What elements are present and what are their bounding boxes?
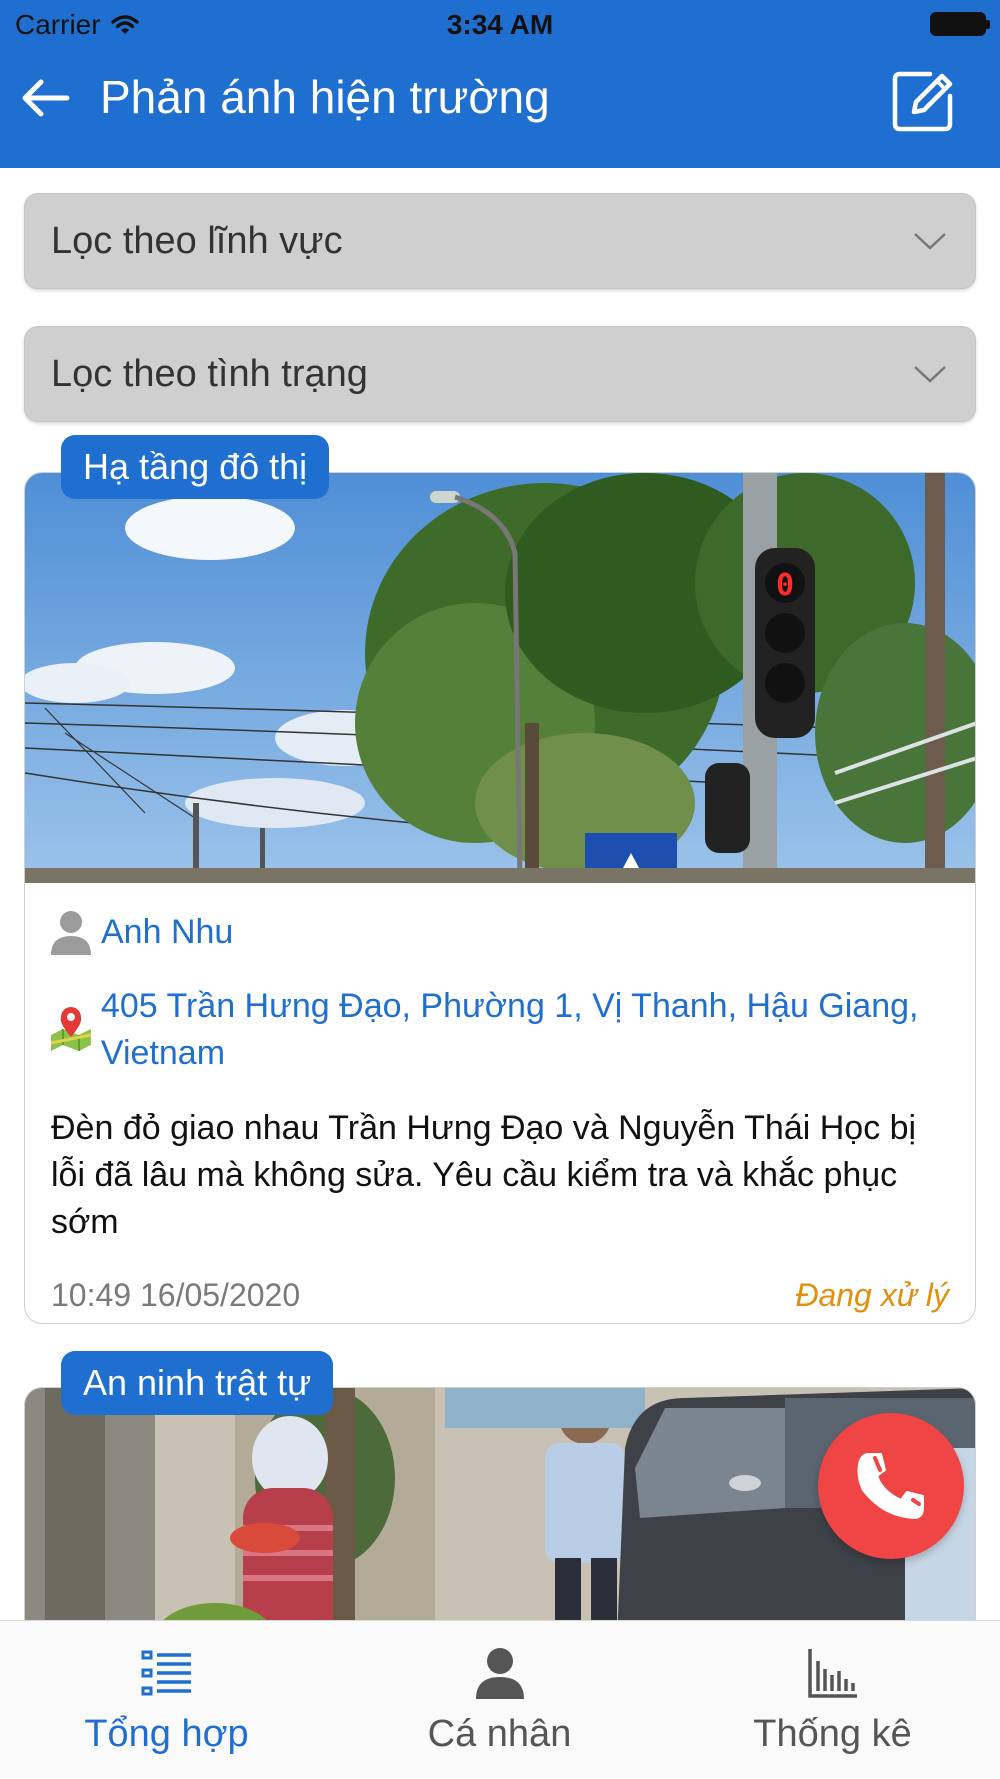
filter-status-label: Lọc theo tình trạng (51, 352, 368, 395)
chevron-down-icon (914, 366, 946, 383)
tab-summary[interactable]: Tổng hợp (0, 1621, 333, 1779)
bar-chart-icon (805, 1645, 861, 1701)
chevron-down-icon (914, 233, 946, 250)
person-icon (472, 1645, 528, 1701)
report-card[interactable]: 0 Anh Nhu 405 Trần Hưng Đạo, Phường 1, V… (24, 472, 976, 1324)
back-button[interactable] (15, 68, 75, 128)
tab-statistics[interactable]: Thống kê (666, 1621, 999, 1779)
battery-icon (930, 12, 990, 36)
edit-button[interactable] (888, 64, 960, 136)
report-datetime: 10:49 16/05/2020 (51, 1277, 301, 1313)
category-tag: An ninh trật tự (61, 1351, 334, 1415)
report-status: Đang xử lý (795, 1277, 949, 1313)
map-pin-icon (50, 1007, 92, 1051)
traffic-light-counter: 0 (776, 568, 794, 603)
nav-bar: Phản ánh hiện trường (0, 50, 1000, 168)
report-address[interactable]: 405 Trần Hưng Đạo, Phường 1, Vị Thanh, H… (101, 983, 949, 1077)
tab-statistics-label: Thống kê (753, 1713, 912, 1755)
status-time: 3:34 AM (446, 9, 554, 40)
author-row: Anh Nhu (49, 909, 949, 956)
filter-status-dropdown[interactable]: Lọc theo tình trạng (24, 326, 976, 422)
category-tag: Hạ tầng đô thị (61, 435, 330, 499)
report-description: Đèn đỏ giao nhau Trần Hưng Đạo và Nguyễn… (51, 1109, 917, 1241)
tab-personal-label: Cá nhân (427, 1713, 572, 1755)
bottom-tab-bar: Tổng hợp Cá nhân Thống kê (0, 1620, 1000, 1778)
status-bar: Carrier 3:34 AM (0, 0, 1000, 50)
page-title: Phản ánh hiện trường (100, 71, 550, 123)
tab-summary-label: Tổng hợp (84, 1713, 249, 1755)
call-button[interactable] (818, 1413, 964, 1559)
report-photo[interactable]: 0 (25, 473, 975, 883)
top-bar: Carrier 3:34 AM Phản ánh hiện trường (0, 0, 1000, 168)
filter-field-dropdown[interactable]: Lọc theo lĩnh vực (24, 193, 976, 289)
list-icon (139, 1645, 195, 1701)
filter-field-label: Lọc theo lĩnh vực (51, 219, 343, 262)
author-name[interactable]: Anh Nhu (101, 909, 233, 956)
edit-icon (892, 71, 953, 132)
tab-personal[interactable]: Cá nhân (333, 1621, 666, 1779)
street-scene-image: 0 (25, 473, 975, 883)
arrow-left-icon (22, 79, 70, 117)
phone-icon (857, 1453, 924, 1519)
address-row: 405 Trần Hưng Đạo, Phường 1, Vị Thanh, H… (49, 983, 949, 1077)
user-icon (51, 911, 91, 955)
